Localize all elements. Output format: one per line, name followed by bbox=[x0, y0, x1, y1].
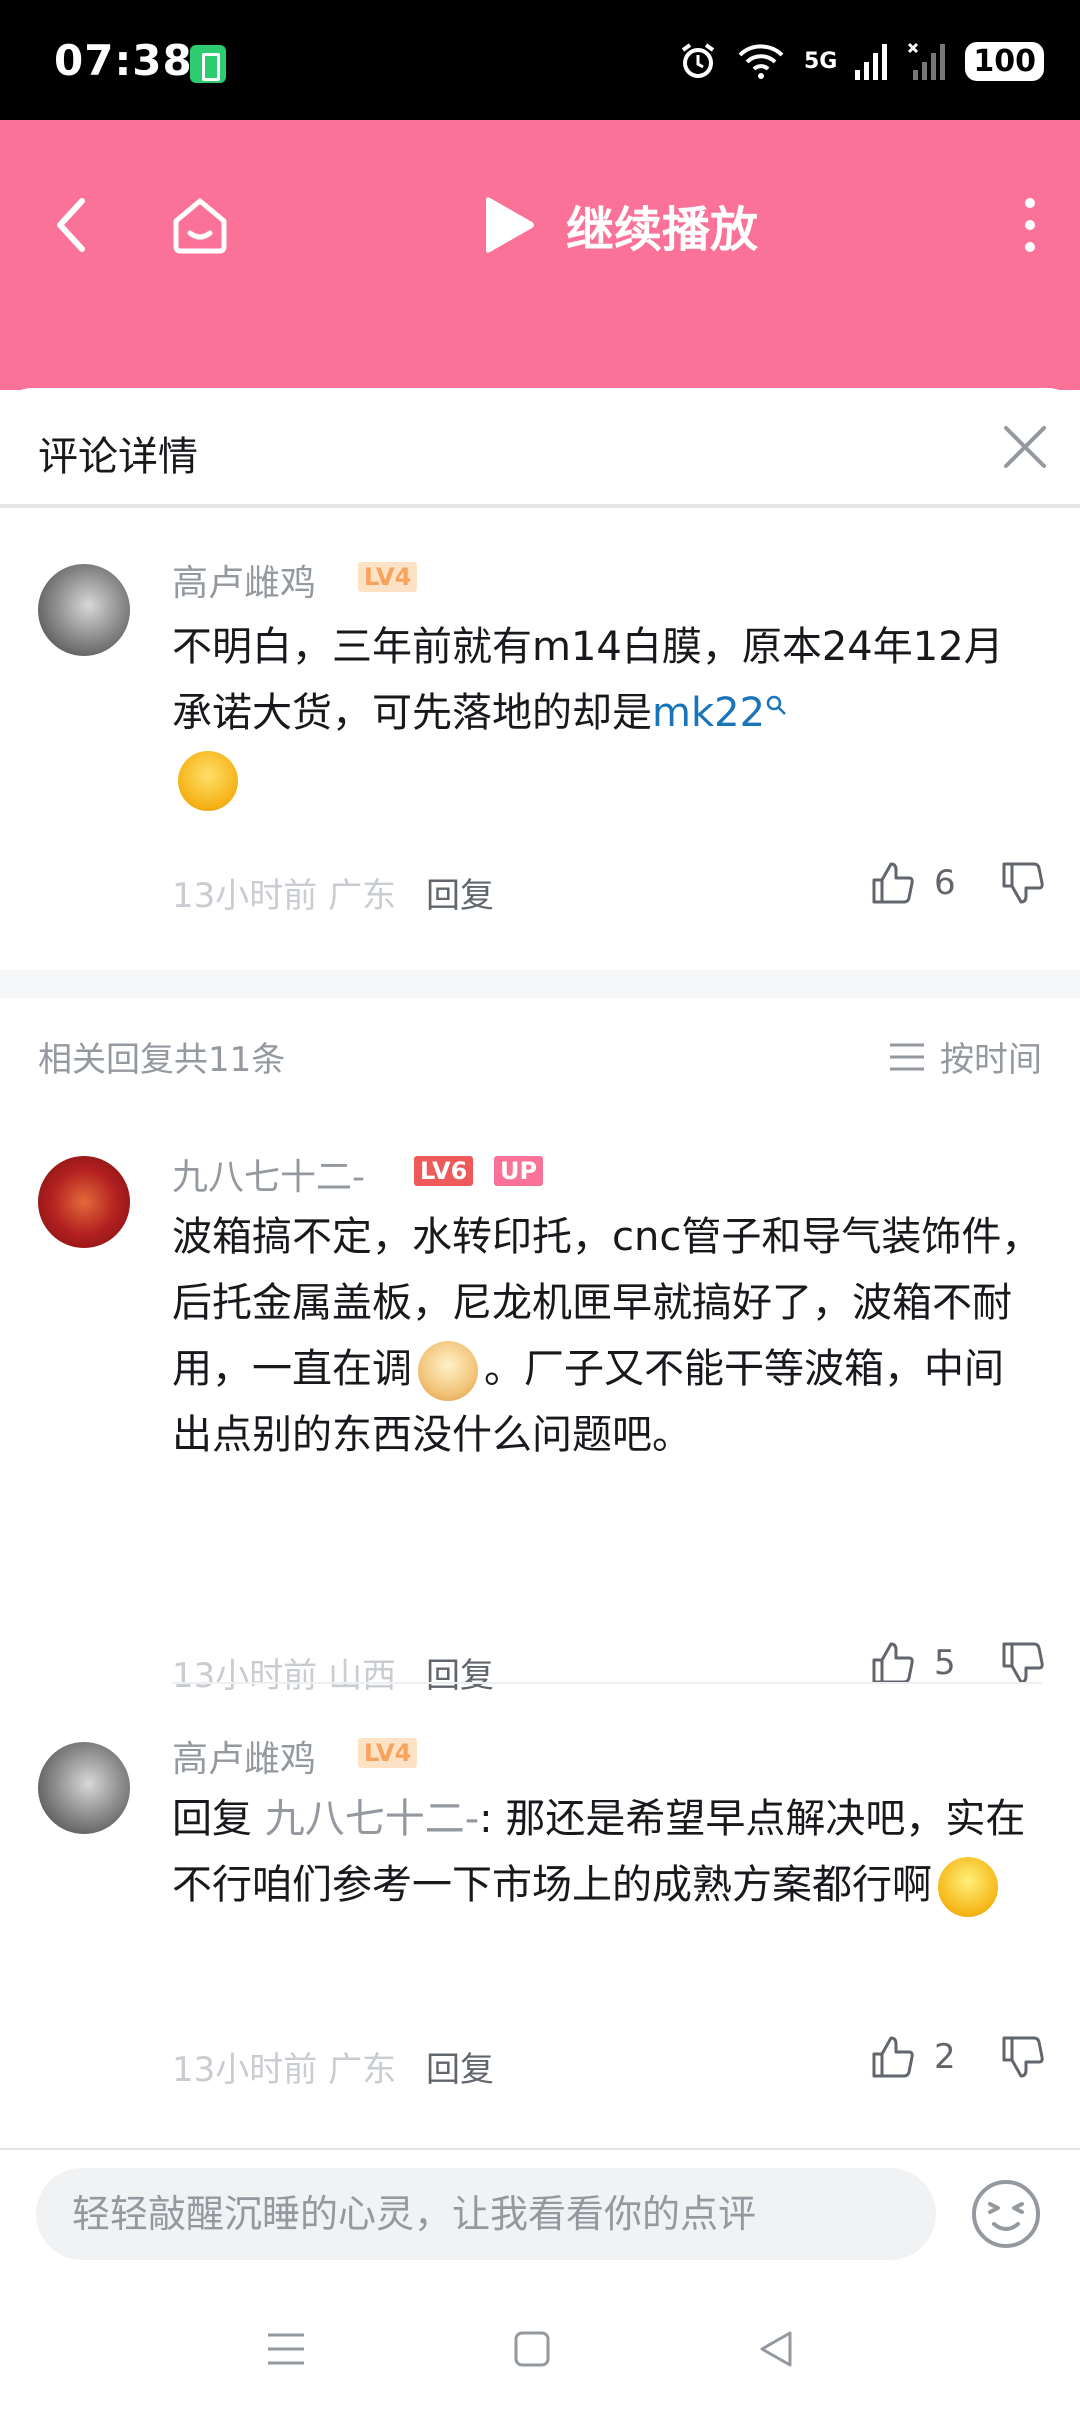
play-icon bbox=[486, 197, 534, 253]
like-count: 5 bbox=[934, 1643, 956, 1683]
status-bar: 07:38 5G 100 bbox=[0, 0, 1080, 120]
comment-input-bar: 轻轻敲醒沉睡的心灵，让我看看你的点评 bbox=[0, 2148, 1080, 2278]
section-divider bbox=[0, 970, 1080, 998]
reply-time: 13小时前 bbox=[172, 2050, 318, 2090]
back-nav-button[interactable] bbox=[736, 2314, 816, 2384]
sort-label: 按时间 bbox=[940, 1040, 1042, 1080]
reply-text: 回复 九八七十二-: 那还是希望早点解决吧，实在不行咱们参考一下市场上的成熟方案… bbox=[172, 1786, 1042, 1918]
reply-username[interactable]: 高卢雌鸡 bbox=[172, 1730, 316, 1782]
thumbs-up-icon bbox=[872, 862, 914, 904]
level-badge: LV4 bbox=[358, 562, 418, 592]
home-icon bbox=[173, 198, 227, 254]
status-icons: 5G 100 bbox=[678, 36, 1044, 86]
thumbs-down-icon bbox=[1002, 1642, 1044, 1684]
menu-icon bbox=[268, 2333, 304, 2365]
avatar[interactable] bbox=[38, 564, 130, 656]
emoji-button[interactable] bbox=[968, 2176, 1044, 2252]
dislike-button[interactable] bbox=[1000, 2034, 1046, 2084]
home-nav-button[interactable] bbox=[492, 2314, 572, 2384]
signal-off-icon bbox=[908, 42, 946, 80]
more-icon bbox=[1025, 198, 1035, 252]
reply-location: 广东 bbox=[328, 2050, 397, 2090]
up-badge: UP bbox=[494, 1156, 544, 1186]
status-time: 07:38 bbox=[54, 36, 193, 85]
dislike-button[interactable] bbox=[1000, 860, 1046, 910]
like-count: 2 bbox=[934, 2037, 956, 2077]
menu-nav-button[interactable] bbox=[246, 2314, 326, 2384]
sort-icon bbox=[890, 1043, 924, 1070]
shock-emoji-icon bbox=[938, 1857, 998, 1917]
sheet-title: 评论详情 bbox=[38, 434, 198, 480]
thumbs-down-icon bbox=[1002, 2036, 1044, 2078]
reply-time: 13小时前 bbox=[172, 1656, 318, 1696]
signal-icon bbox=[855, 44, 888, 80]
like-count: 6 bbox=[934, 863, 956, 903]
like-button[interactable]: 5 bbox=[870, 1640, 956, 1686]
continue-play-label: 继续播放 bbox=[566, 202, 759, 258]
battery-saver-icon bbox=[190, 45, 226, 83]
sheet-header: 评论详情 bbox=[0, 388, 1080, 508]
reply-button[interactable]: 回复 bbox=[426, 1648, 494, 1697]
sort-button[interactable]: 按时间 bbox=[888, 1032, 1042, 1081]
reply-meta: 13小时前 广东 bbox=[172, 2042, 396, 2091]
reply-prefix: 回复 bbox=[172, 1796, 252, 1842]
comment-detail-sheet: 评论详情 高卢雌鸡 LV4 不明白，三年前就有m14白膜，原本24年12月承诺大… bbox=[0, 388, 1080, 2148]
comment-location: 广东 bbox=[328, 876, 397, 916]
thumbs-up-icon bbox=[872, 1642, 914, 1684]
comment-time: 13小时前 bbox=[172, 876, 318, 916]
network-type: 5G bbox=[804, 48, 838, 74]
emoji-icon bbox=[972, 2180, 1040, 2248]
reply-divider bbox=[172, 1682, 1042, 1684]
doge-emoji-icon bbox=[418, 1341, 478, 1401]
laugh-emoji-icon bbox=[178, 751, 238, 811]
like-button[interactable]: 6 bbox=[870, 860, 956, 906]
avatar[interactable] bbox=[38, 1156, 130, 1248]
alarm-icon bbox=[681, 43, 715, 78]
search-link[interactable]: mk22 bbox=[652, 690, 765, 736]
like-button[interactable]: 2 bbox=[870, 2034, 956, 2080]
reply-button[interactable]: 回复 bbox=[426, 868, 494, 917]
reply-item: 高卢雌鸡 LV4 回复 九八七十二-: 那还是希望早点解决吧，实在不行咱们参考一… bbox=[0, 1738, 1080, 2142]
thumbs-up-icon bbox=[872, 2036, 914, 2078]
search-icon bbox=[766, 695, 786, 715]
wifi-icon bbox=[738, 44, 784, 79]
thumbs-down-icon bbox=[1002, 862, 1044, 904]
reply-to-username[interactable]: 九八七十二- bbox=[265, 1796, 479, 1842]
continue-play-button[interactable]: 继续播放 bbox=[480, 175, 758, 275]
comment-username[interactable]: 高卢雌鸡 bbox=[172, 554, 316, 606]
more-options-button[interactable] bbox=[980, 170, 1080, 280]
main-comment: 高卢雌鸡 LV4 不明白，三年前就有m14白膜，原本24年12月承诺大货，可先落… bbox=[0, 508, 1080, 916]
comment-text-a: 不明白，三年前就有m14白膜，原本24年12月承诺大货，可先落地的却是 bbox=[172, 624, 1004, 736]
comment-input[interactable]: 轻轻敲醒沉睡的心灵，让我看看你的点评 bbox=[36, 2168, 936, 2260]
battery-indicator: 100 bbox=[965, 41, 1044, 81]
reply-location: 山西 bbox=[328, 1656, 397, 1696]
reply-username[interactable]: 九八七十二- bbox=[172, 1148, 365, 1200]
close-button[interactable] bbox=[990, 412, 1060, 482]
reply-item: 九八七十二- LV6 UP 波箱搞不定，水转印托，cnc管子和导气装饰件，后托金… bbox=[0, 1148, 1080, 1768]
back-button[interactable] bbox=[22, 170, 122, 280]
back-icon bbox=[57, 198, 85, 252]
system-nav-bar bbox=[0, 2278, 1080, 2414]
level-badge: LV4 bbox=[358, 1738, 418, 1768]
home-button[interactable] bbox=[150, 170, 250, 280]
close-icon bbox=[1004, 426, 1046, 468]
triangle-back-icon bbox=[760, 2331, 792, 2367]
reply-text: 波箱搞不定，水转印托，cnc管子和导气装饰件，后托金属盖板，尼龙机匣早就搞好了，… bbox=[172, 1204, 1042, 1468]
square-icon bbox=[514, 2331, 550, 2367]
level-badge: LV6 bbox=[414, 1156, 474, 1186]
comment-meta: 13小时前 广东 bbox=[172, 868, 396, 917]
video-top-bar: 继续播放 bbox=[0, 120, 1080, 390]
reply-button[interactable]: 回复 bbox=[426, 2042, 494, 2091]
related-replies-count: 相关回复共11条 bbox=[38, 1040, 286, 1080]
reply-meta: 13小时前 山西 bbox=[172, 1648, 396, 1697]
avatar[interactable] bbox=[38, 1742, 130, 1834]
comment-text: 不明白，三年前就有m14白膜，原本24年12月承诺大货，可先落地的却是mk22 bbox=[172, 614, 1042, 812]
